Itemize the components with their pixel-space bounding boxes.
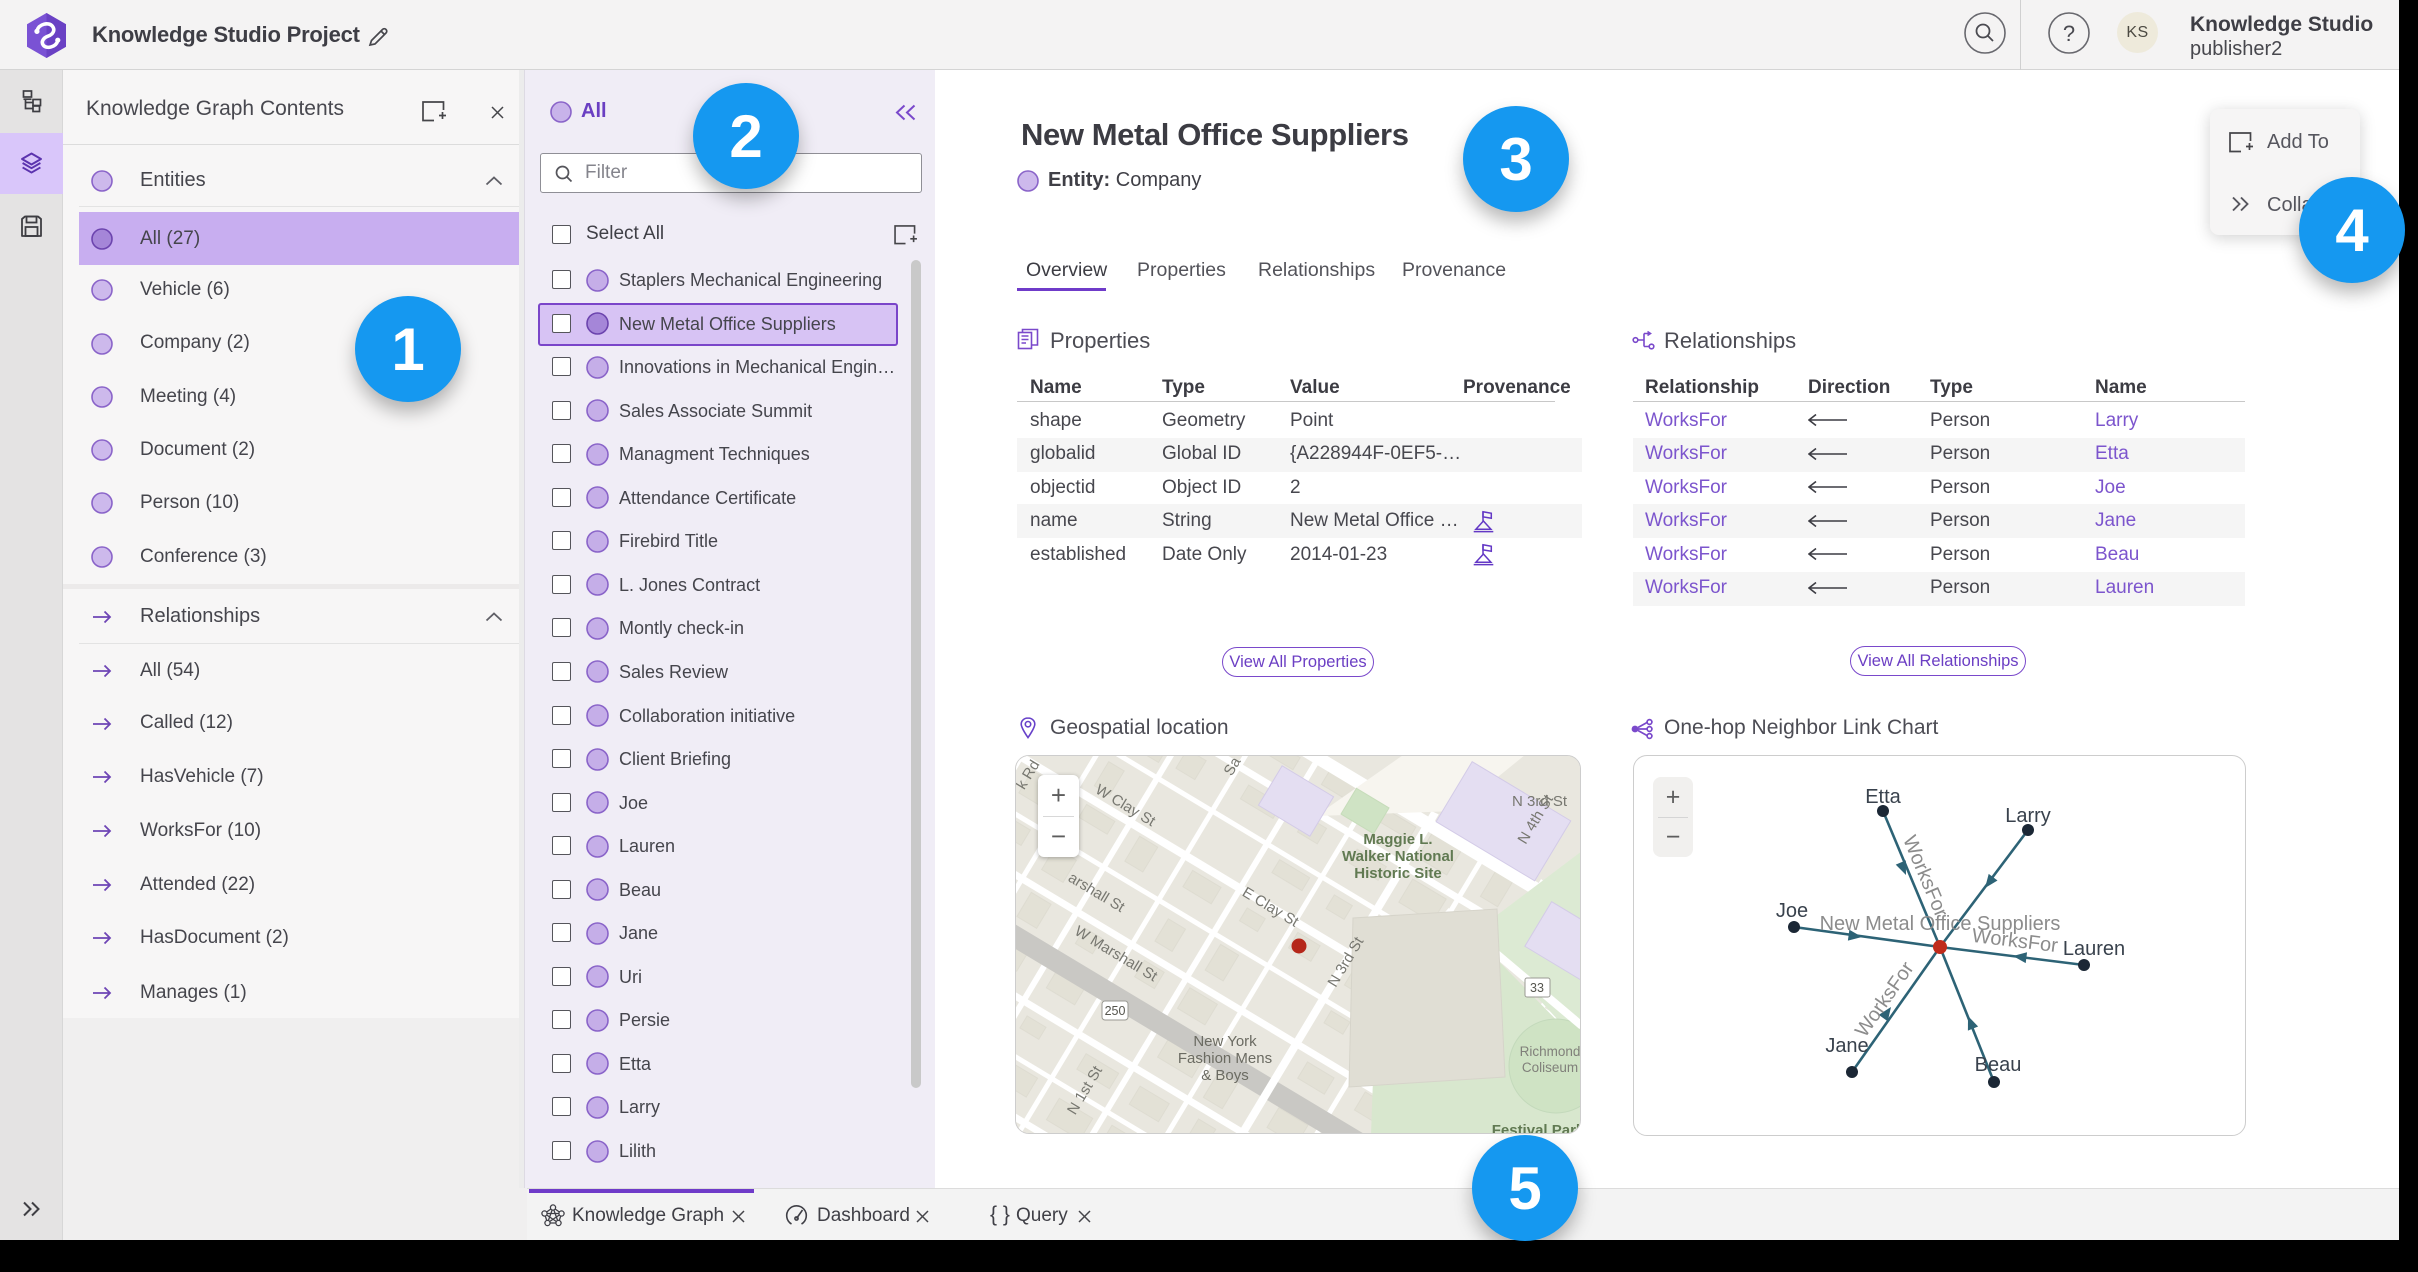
svg-text:WorksFor: WorksFor <box>1851 958 1919 1042</box>
svg-text:Larry: Larry <box>2005 805 2051 827</box>
svg-text:33: 33 <box>1530 981 1544 995</box>
svg-text:Etta: Etta <box>1865 786 1901 808</box>
svg-text:Jane: Jane <box>1825 1035 1868 1057</box>
svg-text:Maggie L.: Maggie L. <box>1363 831 1432 848</box>
svg-text:Richmond: Richmond <box>1520 1044 1581 1059</box>
svg-text:Joe: Joe <box>1776 900 1808 922</box>
svg-text:Festival Park: Festival Park <box>1492 1122 1581 1134</box>
svg-text:?: ? <box>2063 21 2075 46</box>
svg-text:New York: New York <box>1193 1033 1257 1050</box>
svg-text:Historic Site: Historic Site <box>1354 865 1442 882</box>
svg-text:Coliseum: Coliseum <box>1522 1060 1578 1075</box>
svg-text:Lauren: Lauren <box>2063 938 2125 960</box>
svg-text:Beau: Beau <box>1975 1054 2022 1076</box>
svg-text:Fashion Mens: Fashion Mens <box>1178 1050 1272 1067</box>
svg-text:250: 250 <box>1105 1004 1126 1018</box>
svg-text:Walker National: Walker National <box>1342 848 1454 865</box>
svg-text:WorksFor: WorksFor <box>1898 832 1952 920</box>
svg-text:& Boys: & Boys <box>1201 1067 1249 1084</box>
